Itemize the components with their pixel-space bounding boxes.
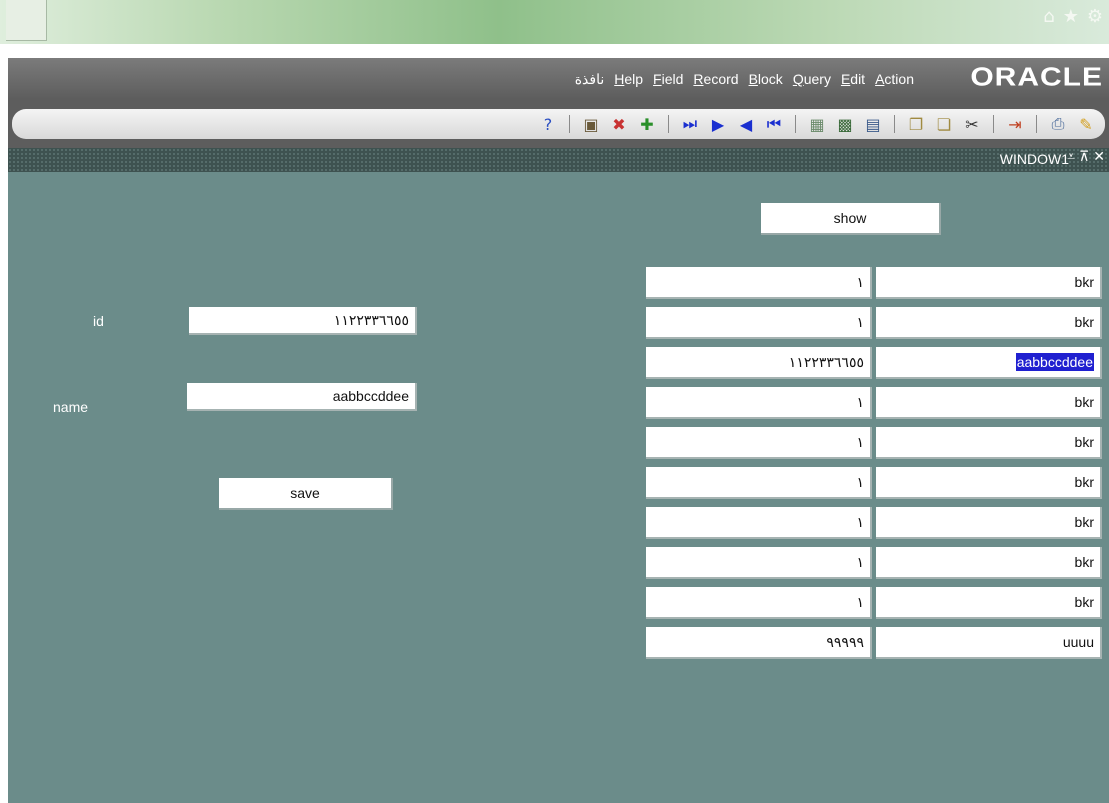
record-name-cell[interactable]: bkr bbox=[876, 547, 1102, 579]
browser-tab[interactable] bbox=[6, 0, 47, 41]
last-record-icon[interactable]: ⏭ bbox=[679, 113, 701, 135]
insert-record-icon[interactable]: ✚ bbox=[636, 113, 658, 135]
record-id-cell[interactable]: ١١٢٢٣٣٦٦٥٥ bbox=[646, 347, 872, 379]
oracle-logo: ORACLE bbox=[970, 63, 1103, 92]
save-icon[interactable]: ▣ bbox=[580, 113, 602, 135]
id-field[interactable]: ١١٢٢٣٣٦٦٥٥ bbox=[189, 307, 417, 335]
prev-record-icon[interactable]: ◀ bbox=[735, 113, 757, 135]
maximize-icon[interactable]: ⊼ bbox=[1079, 149, 1089, 165]
cancel-query-icon[interactable]: ▤ bbox=[862, 113, 884, 135]
record-id-cell[interactable]: ١ bbox=[646, 547, 872, 579]
print-icon[interactable]: ⎙ bbox=[1047, 113, 1069, 135]
menu-item-0[interactable]: نافذة bbox=[575, 71, 605, 88]
browser-tools: ⌂ ★ ⚙ bbox=[1043, 4, 1103, 30]
toolbar-separator bbox=[569, 115, 570, 133]
menu-item-3[interactable]: Record bbox=[693, 71, 738, 88]
menu-item-2[interactable]: Field bbox=[653, 71, 683, 88]
exit-icon[interactable]: ⇥ bbox=[1004, 113, 1026, 135]
menu-bar: نافذة Help Field Record Block Query Edit Action… bbox=[8, 58, 1109, 98]
toolbar-separator bbox=[993, 115, 994, 133]
id-label: id bbox=[93, 313, 104, 329]
record-name-cell[interactable]: bkr bbox=[876, 307, 1102, 339]
toolbar-separator bbox=[795, 115, 796, 133]
toolbar-separator bbox=[894, 115, 895, 133]
window-title-bar: WINDOW1 ⩡ ⊼ ✕ bbox=[8, 148, 1109, 172]
toolbar-separator bbox=[1036, 115, 1037, 133]
record-id-cell[interactable]: ٩٩٩٩٩ bbox=[646, 627, 872, 659]
menu-item-5[interactable]: Query bbox=[793, 71, 831, 88]
help-icon[interactable]: ? bbox=[537, 113, 559, 135]
show-button[interactable]: show bbox=[761, 203, 941, 235]
record-id-cell[interactable]: ١ bbox=[646, 467, 872, 499]
close-icon[interactable]: ✕ bbox=[1093, 149, 1105, 165]
record-name-cell[interactable]: bkr bbox=[876, 467, 1102, 499]
record-id-cell[interactable]: ١ bbox=[646, 587, 872, 619]
menu-item-4[interactable]: Block bbox=[749, 71, 783, 88]
gear-icon[interactable]: ⚙ bbox=[1087, 4, 1103, 30]
record-name-cell[interactable]: bkr bbox=[876, 427, 1102, 459]
spacer bbox=[0, 44, 1109, 58]
toolbar: ? ▣ ✖ ✚ ⏭ ▶ ◀ ⏮ ▦ ▩ ▤ ❐ ❏ ✂ ⇥ ⎙ ✎ bbox=[8, 98, 1109, 148]
browser-top-bar: ⌂ ★ ⚙ bbox=[0, 0, 1109, 44]
enter-query-icon[interactable]: ▦ bbox=[806, 113, 828, 135]
menu-item-1[interactable]: Help bbox=[614, 71, 643, 88]
menu-items: نافذة Help Field Record Block Query Edit Action bbox=[575, 71, 914, 88]
toolbar-pill: ? ▣ ✖ ✚ ⏭ ▶ ◀ ⏮ ▦ ▩ ▤ ❐ ❏ ✂ ⇥ ⎙ ✎ bbox=[12, 109, 1105, 139]
cut-icon[interactable]: ✂ bbox=[961, 113, 983, 135]
menu-item-7[interactable]: Action bbox=[875, 71, 914, 88]
selected-text: aabbccddee bbox=[1015, 353, 1094, 371]
record-id-cell[interactable]: ١ bbox=[646, 307, 872, 339]
home-icon[interactable]: ⌂ bbox=[1043, 4, 1054, 30]
paste-icon[interactable]: ❏ bbox=[933, 113, 955, 135]
save-button[interactable]: save bbox=[219, 478, 393, 510]
next-record-icon[interactable]: ▶ bbox=[707, 113, 729, 135]
toolbar-separator bbox=[668, 115, 669, 133]
edit-icon[interactable]: ✎ bbox=[1075, 113, 1097, 135]
record-name-cell[interactable]: bkr bbox=[876, 587, 1102, 619]
star-icon[interactable]: ★ bbox=[1063, 4, 1079, 30]
clear-icon[interactable]: ✖ bbox=[608, 113, 630, 135]
copy-icon[interactable]: ❐ bbox=[905, 113, 927, 135]
first-record-icon[interactable]: ⏮ bbox=[763, 113, 785, 135]
name-label: name bbox=[53, 399, 89, 415]
record-name-cell[interactable]: aabbccddee bbox=[876, 347, 1102, 379]
execute-query-icon[interactable]: ▩ bbox=[834, 113, 856, 135]
minimize-icon[interactable]: ⩡ bbox=[1067, 149, 1075, 165]
menu-item-6[interactable]: Edit bbox=[841, 71, 865, 88]
window-controls: ⩡ ⊼ ✕ bbox=[1067, 149, 1105, 165]
name-field[interactable]: aabbccddee bbox=[187, 383, 417, 411]
record-id-cell[interactable]: ١ bbox=[646, 507, 872, 539]
record-id-cell[interactable]: ١ bbox=[646, 387, 872, 419]
record-name-cell[interactable]: bkr bbox=[876, 267, 1102, 299]
record-id-cell[interactable]: ١ bbox=[646, 267, 872, 299]
toolbar-icons: ? ▣ ✖ ✚ ⏭ ▶ ◀ ⏮ ▦ ▩ ▤ ❐ ❏ ✂ ⇥ ⎙ ✎ bbox=[537, 113, 1097, 135]
record-name-cell[interactable]: uuuu bbox=[876, 627, 1102, 659]
form-canvas: show id ١١٢٢٣٣٦٦٥٥ name aabbccddee save … bbox=[8, 172, 1109, 803]
record-id-cell[interactable]: ١ bbox=[646, 427, 872, 459]
record-name-cell[interactable]: bkr bbox=[876, 507, 1102, 539]
record-name-cell[interactable]: bkr bbox=[876, 387, 1102, 419]
window-title: WINDOW1 bbox=[999, 151, 1069, 167]
